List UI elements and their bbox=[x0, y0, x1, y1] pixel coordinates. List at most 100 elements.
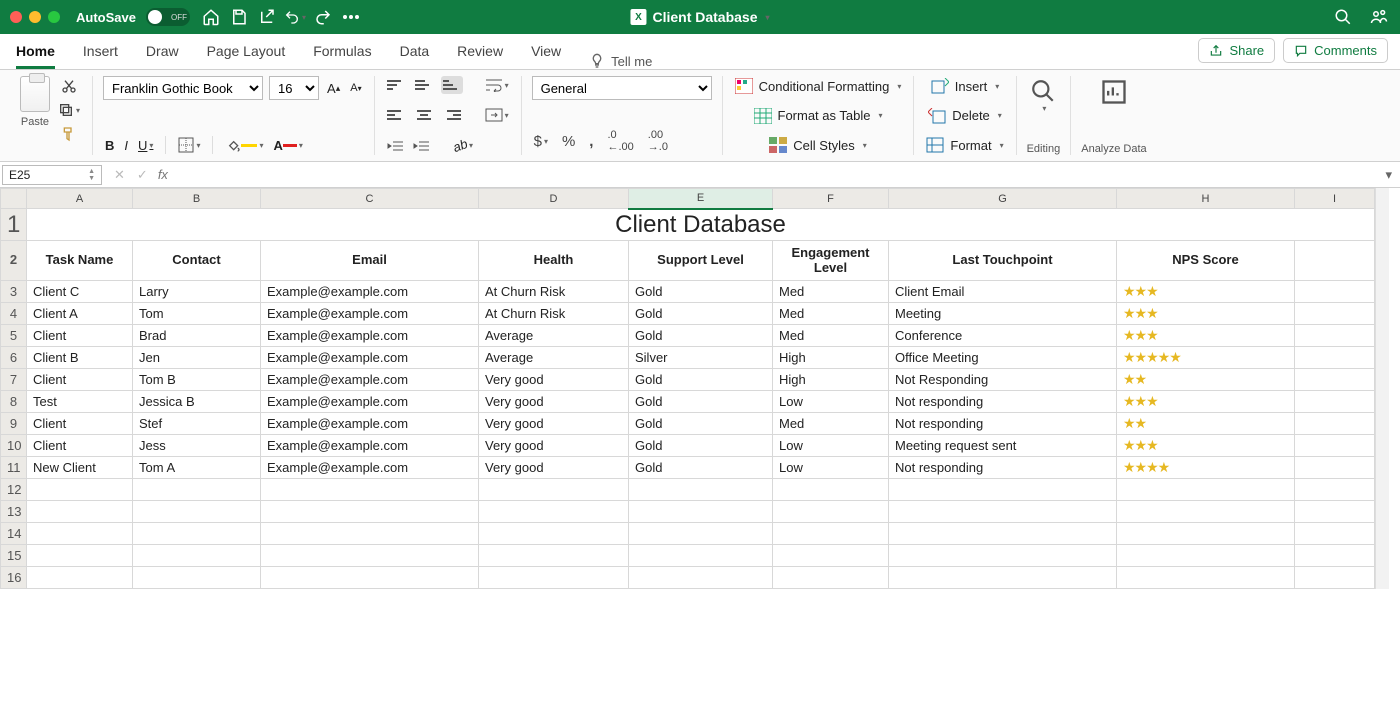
format-painter-button[interactable] bbox=[56, 124, 82, 144]
cell[interactable]: Tom bbox=[133, 303, 261, 325]
cell[interactable]: Jen bbox=[133, 347, 261, 369]
cell[interactable]: Med bbox=[773, 413, 889, 435]
cell[interactable] bbox=[479, 523, 629, 545]
cell[interactable] bbox=[1295, 391, 1375, 413]
cell[interactable] bbox=[1295, 523, 1375, 545]
cell[interactable]: Tom B bbox=[133, 369, 261, 391]
tab-formulas[interactable]: Formulas bbox=[313, 43, 371, 69]
tab-view[interactable]: View bbox=[531, 43, 561, 69]
share-button[interactable]: Share bbox=[1198, 38, 1275, 63]
cell[interactable]: Med bbox=[773, 281, 889, 303]
cell[interactable] bbox=[479, 501, 629, 523]
cell[interactable]: Example@example.com bbox=[261, 325, 479, 347]
cell[interactable]: Low bbox=[773, 435, 889, 457]
row-header[interactable]: 2 bbox=[1, 241, 27, 281]
cell[interactable] bbox=[889, 501, 1117, 523]
cell[interactable]: NPS Score bbox=[1117, 241, 1295, 281]
cell[interactable]: Example@example.com bbox=[261, 281, 479, 303]
cell[interactable]: New Client bbox=[27, 457, 133, 479]
merge-button[interactable]: ▾ bbox=[483, 106, 511, 124]
cell[interactable]: Client bbox=[27, 435, 133, 457]
decrease-decimal-button[interactable]: .00→.0 bbox=[646, 127, 670, 155]
cancel-formula-button[interactable]: ✕ bbox=[112, 165, 127, 185]
nps-stars-cell[interactable]: ★★★★★ bbox=[1117, 347, 1295, 369]
cell[interactable] bbox=[773, 479, 889, 501]
cell[interactable] bbox=[629, 567, 773, 589]
select-all-corner[interactable] bbox=[1, 189, 27, 209]
cell[interactable] bbox=[629, 523, 773, 545]
row-header[interactable]: 13 bbox=[1, 501, 27, 523]
cell[interactable]: Example@example.com bbox=[261, 413, 479, 435]
row-header[interactable]: 7 bbox=[1, 369, 27, 391]
increase-decimal-button[interactable]: .0←.00 bbox=[605, 127, 635, 155]
align-top-button[interactable] bbox=[385, 76, 407, 94]
cell[interactable] bbox=[1117, 479, 1295, 501]
cell[interactable] bbox=[133, 523, 261, 545]
currency-button[interactable]: $▾ bbox=[532, 131, 550, 152]
maximize-window[interactable] bbox=[48, 11, 60, 23]
row-header[interactable]: 4 bbox=[1, 303, 27, 325]
cell[interactable] bbox=[1295, 325, 1375, 347]
align-center-button[interactable] bbox=[413, 106, 435, 124]
paste-button[interactable] bbox=[20, 76, 50, 112]
nps-stars-cell[interactable]: ★★★★ bbox=[1117, 457, 1295, 479]
cell[interactable]: Jess bbox=[133, 435, 261, 457]
cell[interactable] bbox=[1295, 413, 1375, 435]
comments-button[interactable]: Comments bbox=[1283, 38, 1388, 63]
cell[interactable] bbox=[629, 479, 773, 501]
cell[interactable]: Very good bbox=[479, 391, 629, 413]
cell[interactable] bbox=[629, 501, 773, 523]
increase-indent-button[interactable] bbox=[411, 138, 431, 154]
tab-home[interactable]: Home bbox=[16, 43, 55, 69]
cell[interactable]: Stef bbox=[133, 413, 261, 435]
cell[interactable] bbox=[1295, 435, 1375, 457]
nps-stars-cell[interactable]: ★★★ bbox=[1117, 325, 1295, 347]
cell[interactable] bbox=[629, 545, 773, 567]
cell[interactable]: Gold bbox=[629, 325, 773, 347]
close-window[interactable] bbox=[10, 11, 22, 23]
cell[interactable]: Last Touchpoint bbox=[889, 241, 1117, 281]
nps-stars-cell[interactable]: ★★★ bbox=[1117, 391, 1295, 413]
nps-stars-cell[interactable]: ★★★ bbox=[1117, 435, 1295, 457]
cell[interactable]: Very good bbox=[479, 457, 629, 479]
cell[interactable] bbox=[773, 567, 889, 589]
cell[interactable]: Gold bbox=[629, 391, 773, 413]
cell[interactable]: At Churn Risk bbox=[479, 303, 629, 325]
cell[interactable]: Example@example.com bbox=[261, 303, 479, 325]
cell[interactable]: High bbox=[773, 369, 889, 391]
cell[interactable]: Med bbox=[773, 303, 889, 325]
editing-button[interactable]: ▾ bbox=[1028, 76, 1058, 115]
cell[interactable]: Larry bbox=[133, 281, 261, 303]
tab-data[interactable]: Data bbox=[400, 43, 430, 69]
expand-formula-bar[interactable]: ▾ bbox=[1377, 167, 1400, 183]
redo-icon[interactable] bbox=[312, 6, 334, 28]
cell[interactable]: Gold bbox=[629, 303, 773, 325]
bold-button[interactable]: B bbox=[103, 136, 116, 155]
cell[interactable] bbox=[479, 545, 629, 567]
align-bottom-button[interactable] bbox=[441, 76, 463, 94]
cell-styles-button[interactable]: Cell Styles▾ bbox=[733, 135, 904, 155]
sheet-title-cell[interactable]: Client Database bbox=[27, 209, 1375, 241]
delete-cells-button[interactable]: Delete▾ bbox=[924, 106, 1005, 126]
align-left-button[interactable] bbox=[385, 106, 407, 124]
tell-me[interactable]: Tell me bbox=[589, 53, 652, 69]
cell[interactable]: Client Email bbox=[889, 281, 1117, 303]
format-cells-button[interactable]: Format▾ bbox=[924, 135, 1005, 155]
font-color-button[interactable]: A▾ bbox=[271, 136, 304, 155]
cell[interactable] bbox=[889, 545, 1117, 567]
tab-review[interactable]: Review bbox=[457, 43, 503, 69]
row-header[interactable]: 8 bbox=[1, 391, 27, 413]
cell[interactable] bbox=[261, 501, 479, 523]
cell[interactable] bbox=[889, 567, 1117, 589]
cell[interactable] bbox=[1295, 241, 1375, 281]
cell[interactable] bbox=[27, 567, 133, 589]
spreadsheet-grid[interactable]: ABCDEFGHI 1Client Database2Task NameCont… bbox=[0, 188, 1375, 589]
cell[interactable]: Example@example.com bbox=[261, 369, 479, 391]
cell[interactable]: Low bbox=[773, 391, 889, 413]
cell[interactable] bbox=[1295, 545, 1375, 567]
cell[interactable]: Example@example.com bbox=[261, 457, 479, 479]
column-header-A[interactable]: A bbox=[27, 189, 133, 209]
cell[interactable] bbox=[1117, 567, 1295, 589]
tab-page-layout[interactable]: Page Layout bbox=[207, 43, 286, 69]
row-header[interactable]: 16 bbox=[1, 567, 27, 589]
